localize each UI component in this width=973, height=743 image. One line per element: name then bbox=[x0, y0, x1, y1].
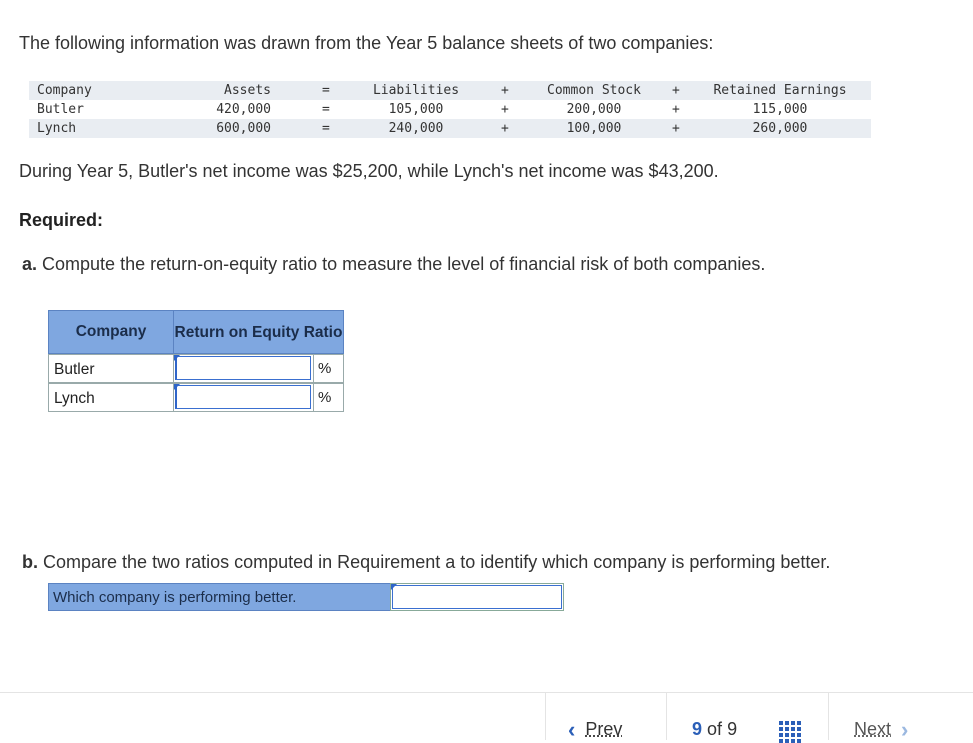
roe-row-butler: Butler % bbox=[48, 354, 344, 383]
butler-roe-input[interactable] bbox=[173, 354, 314, 383]
of-label: of bbox=[707, 719, 722, 739]
nav-separator bbox=[828, 693, 829, 740]
cell-plus-1: + bbox=[501, 121, 509, 136]
better-company-row: Which company is performing better. bbox=[48, 583, 564, 611]
percent-unit: % bbox=[313, 354, 344, 383]
select-flag-icon bbox=[391, 584, 397, 590]
next-button[interactable]: Next › bbox=[854, 719, 908, 740]
chevron-right-icon: › bbox=[901, 721, 908, 739]
page-indicator: 9 of 9 bbox=[692, 719, 737, 740]
cell-company: Butler bbox=[37, 102, 84, 117]
cell-plus-2: + bbox=[672, 121, 680, 136]
cell-equals: = bbox=[322, 121, 330, 136]
cell-company: Lynch bbox=[37, 121, 76, 136]
header-company: Company bbox=[37, 83, 92, 98]
balance-sheet-row-butler: Butler 420,000 = 105,000 + 200,000 + 115… bbox=[29, 100, 871, 119]
roe-table: Company Return on Equity Ratio Butler % … bbox=[48, 310, 344, 413]
cell-assets: 420,000 bbox=[209, 102, 271, 117]
header-equals: = bbox=[322, 83, 330, 98]
input-box[interactable] bbox=[175, 356, 311, 380]
current-page: 9 bbox=[692, 719, 702, 739]
select-box[interactable] bbox=[392, 585, 562, 609]
better-company-select[interactable] bbox=[390, 583, 564, 611]
cell-plus-2: + bbox=[672, 102, 680, 117]
chevron-left-icon: ‹ bbox=[568, 721, 575, 739]
roe-header-company: Company bbox=[48, 310, 174, 354]
cell-retained-earnings: 115,000 bbox=[704, 102, 856, 117]
header-common-stock: Common Stock bbox=[534, 83, 654, 98]
header-liabilities: Liabilities bbox=[366, 83, 466, 98]
nav-separator bbox=[666, 693, 667, 740]
percent-unit: % bbox=[313, 383, 344, 412]
input-box[interactable] bbox=[175, 385, 311, 409]
cell-common-stock: 200,000 bbox=[534, 102, 654, 117]
part-a-text: Compute the return-on-equity ratio to me… bbox=[42, 254, 765, 274]
cell-equals: = bbox=[322, 102, 330, 117]
balance-sheet-header-row: Company Assets = Liabilities + Common St… bbox=[29, 81, 871, 100]
pagination-nav: ‹ Prev 9 of 9 Next › bbox=[545, 693, 973, 740]
next-label: Next bbox=[854, 719, 891, 740]
header-assets: Assets bbox=[209, 83, 271, 98]
cell-assets: 600,000 bbox=[209, 121, 271, 136]
roe-row-lynch: Lynch % bbox=[48, 383, 344, 412]
part-b-question: b. Compare the two ratios computed in Re… bbox=[22, 552, 830, 573]
prev-label: Prev bbox=[585, 719, 622, 740]
header-retained-earnings: Retained Earnings bbox=[704, 83, 856, 98]
lynch-roe-input[interactable] bbox=[173, 383, 314, 412]
roe-company-name: Lynch bbox=[48, 383, 174, 412]
header-plus-2: + bbox=[672, 83, 680, 98]
cell-liabilities: 105,000 bbox=[366, 102, 466, 117]
part-b-text: Compare the two ratios computed in Requi… bbox=[43, 552, 830, 572]
input-flag-icon bbox=[174, 384, 180, 390]
header-plus-1: + bbox=[501, 83, 509, 98]
part-b-letter: b. bbox=[22, 552, 38, 572]
cell-common-stock: 100,000 bbox=[534, 121, 654, 136]
net-income-text: During Year 5, Butler's net income was $… bbox=[19, 161, 719, 182]
cell-plus-1: + bbox=[501, 102, 509, 117]
balance-sheet-table: Company Assets = Liabilities + Common St… bbox=[29, 81, 871, 138]
part-a-letter: a. bbox=[22, 254, 37, 274]
prev-button[interactable]: ‹ Prev bbox=[568, 719, 622, 740]
roe-header-ratio: Return on Equity Ratio bbox=[173, 310, 344, 354]
cell-liabilities: 240,000 bbox=[366, 121, 466, 136]
intro-text: The following information was drawn from… bbox=[19, 33, 713, 54]
roe-company-name: Butler bbox=[48, 354, 174, 383]
balance-sheet-row-lynch: Lynch 600,000 = 240,000 + 100,000 + 260,… bbox=[29, 119, 871, 138]
part-a-question: a. Compute the return-on-equity ratio to… bbox=[22, 254, 765, 275]
cell-retained-earnings: 260,000 bbox=[704, 121, 856, 136]
required-heading: Required: bbox=[19, 210, 103, 231]
better-company-label: Which company is performing better. bbox=[48, 583, 391, 611]
input-flag-icon bbox=[174, 355, 180, 361]
total-pages: 9 bbox=[727, 719, 737, 739]
